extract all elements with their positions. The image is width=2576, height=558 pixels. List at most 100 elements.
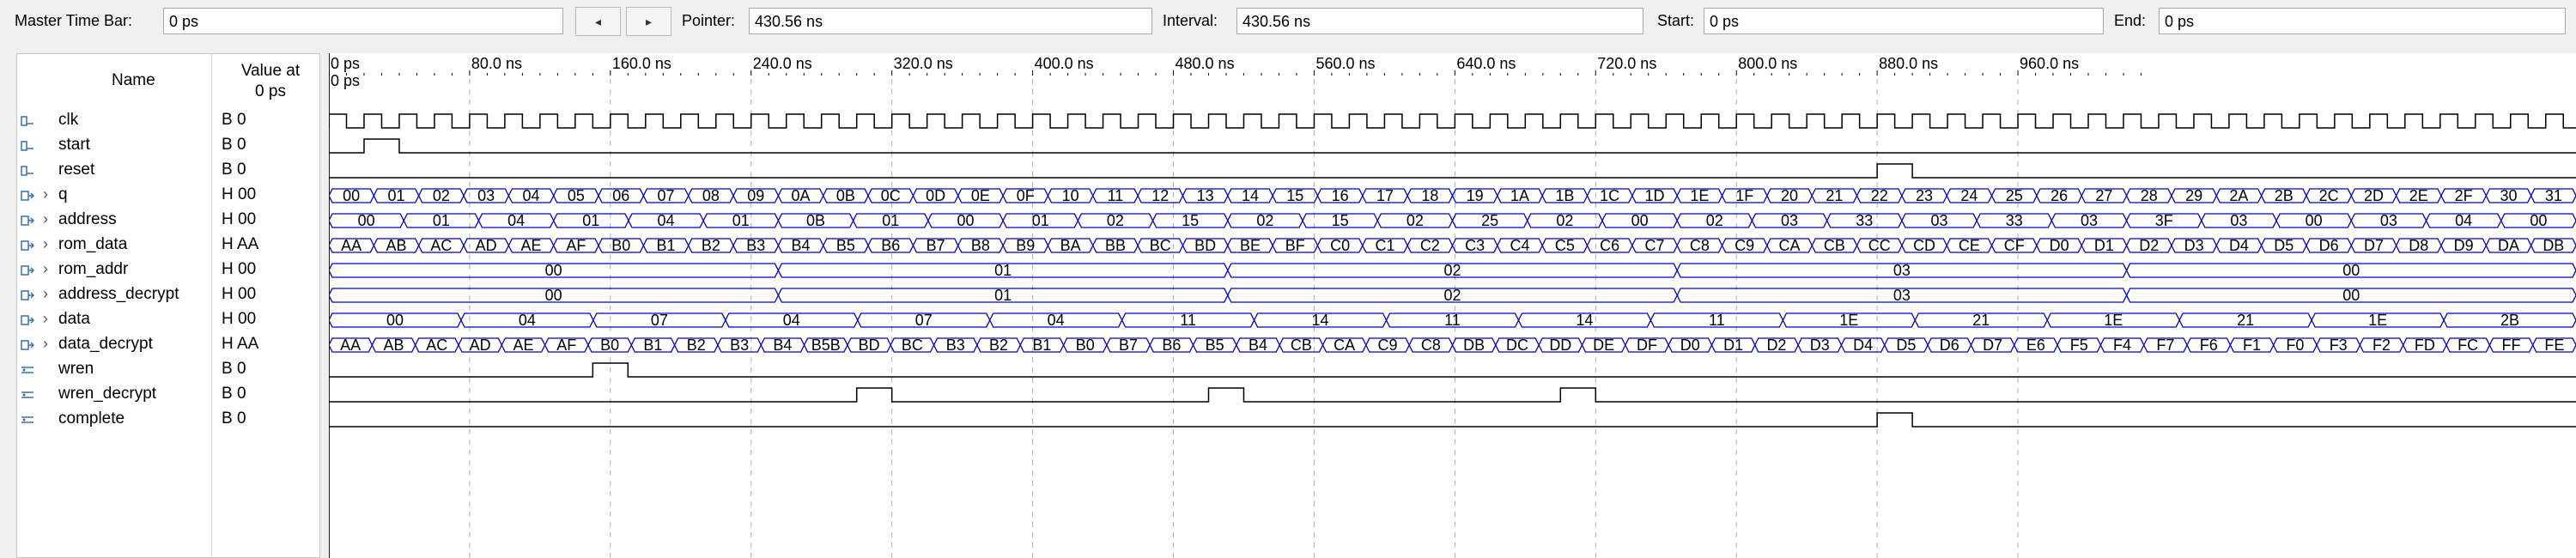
data-bus-value: 21 <box>1972 312 1990 329</box>
rom_data-bus-value: C8 <box>1690 237 1710 254</box>
address-bus-value: 01 <box>732 212 750 229</box>
address-bus-value: 03 <box>2081 212 2098 229</box>
rom_data-bus-value: B6 <box>881 237 900 254</box>
start-field[interactable]: 0 ps <box>1704 8 2104 34</box>
output-bus-icon <box>21 315 34 325</box>
input-pin-icon <box>21 116 33 126</box>
address-bus-value: 03 <box>2230 212 2247 229</box>
chevron-right-icon: ▸ <box>645 14 653 28</box>
rom_data-bus-value: D9 <box>2454 237 2474 254</box>
signal-row-address_decrypt[interactable]: › address_decrypt H 00 <box>17 282 319 307</box>
address-bus-value: 01 <box>433 212 450 229</box>
expand-chevron-icon[interactable]: › <box>43 260 48 278</box>
interval-field[interactable]: 430.56 ns <box>1236 8 1643 34</box>
waveform-canvas[interactable]: 0 ps 80.0 ns 160.0 ns 240.0 ns 320.0 ns 400.0… <box>329 53 2576 558</box>
rom_data-bus-value: B5 <box>836 237 855 254</box>
signal-value: B 0 <box>222 136 246 154</box>
pointer-field[interactable]: 430.56 ns <box>749 8 1152 34</box>
rom_data-bus-value: AF <box>566 237 586 254</box>
signal-row-clk[interactable]: clk B 0 <box>17 108 319 133</box>
data_decrypt-bus-value: B0 <box>600 337 619 354</box>
time-tick-label: 640.0 ns <box>1456 55 1516 72</box>
address-bus-value: 25 <box>1481 212 1498 229</box>
data_decrypt-bus-value: F1 <box>2243 337 2261 354</box>
address-bus-value: 03 <box>1781 212 1798 229</box>
expand-chevron-icon[interactable]: › <box>43 310 48 328</box>
address-bus-value: 03 <box>1931 212 1948 229</box>
signal-row-address[interactable]: › address H 00 <box>17 208 319 233</box>
q-bus-value: 11 <box>1108 187 1124 204</box>
rom_data-bus-value: AC <box>430 237 452 254</box>
signal-row-reset[interactable]: reset B 0 <box>17 158 319 183</box>
output-bus-icon <box>21 191 34 201</box>
data_decrypt-bus-value: F3 <box>2330 337 2348 354</box>
data_decrypt-bus-value: AD <box>470 337 491 354</box>
address-bus-value: 33 <box>2006 212 2023 229</box>
signal-row-data_decrypt[interactable]: › data_decrypt H AA <box>17 332 319 357</box>
signal-value: B 0 <box>222 111 246 129</box>
next-transition-button[interactable]: ▸ <box>626 7 671 36</box>
end-field[interactable]: 0 ps <box>2159 8 2566 34</box>
previous-transition-button[interactable]: ◂ <box>575 7 621 36</box>
complete-waveform <box>329 412 2576 428</box>
data_decrypt-bus-value: CA <box>1334 337 1355 354</box>
expand-chevron-icon[interactable]: › <box>43 285 48 303</box>
data_decrypt-bus-value: DF <box>1637 337 1657 354</box>
data-bus-value: 1E <box>2104 312 2123 329</box>
rom_data-bus-value: BC <box>1150 237 1171 254</box>
expand-chevron-icon[interactable]: › <box>43 335 48 353</box>
q-bus-value: 21 <box>1826 187 1843 204</box>
expand-chevron-icon[interactable]: › <box>43 185 48 203</box>
waveform-panel[interactable]: 0 ps 80.0 ns 160.0 ns 240.0 ns 320.0 ns 400.0… <box>329 53 2576 558</box>
master-time-bar-field[interactable]: 0 ps <box>163 8 563 34</box>
address-bus-value: 15 <box>1182 212 1199 229</box>
signal-row-wren_decrypt[interactable]: wren_decrypt B 0 <box>17 382 319 407</box>
expand-chevron-icon[interactable]: › <box>43 210 48 228</box>
name-column-header[interactable]: Name <box>112 71 155 90</box>
rom_data-bus-value: AD <box>476 237 497 254</box>
interval-label: Interval: <box>1163 12 1218 29</box>
q-bus-value: 2F <box>2455 187 2473 204</box>
q-bus-value: 06 <box>612 187 629 204</box>
data-bus-value: 14 <box>1576 312 1593 329</box>
time-tick-label: 880.0 ns <box>1879 55 1938 72</box>
expand-chevron-icon[interactable]: › <box>43 235 48 253</box>
rom_data-bus-value: D4 <box>2229 237 2249 254</box>
q-bus-value: 05 <box>568 187 585 204</box>
signal-row-data[interactable]: › data H 00 <box>17 307 319 332</box>
q-bus-value: 0B <box>836 187 855 204</box>
q-bus-value: 02 <box>433 187 450 204</box>
rom_data-bus-value: AB <box>386 237 407 254</box>
signal-row-start[interactable]: start B 0 <box>17 133 319 158</box>
rom_data-bus-value: AA <box>341 237 361 254</box>
data-bus-value: 11 <box>1444 312 1461 329</box>
q-bus-value: 30 <box>2500 187 2517 204</box>
q-bus-value: 25 <box>2006 187 2023 204</box>
q-bus-value: 1E <box>1690 187 1709 204</box>
time-tick-label: 160.0 ns <box>612 55 671 72</box>
signal-row-wren[interactable]: wren B 0 <box>17 357 319 382</box>
data_decrypt-bus-value: B2 <box>989 337 1008 354</box>
rom_data-bus-value: CC <box>1868 237 1891 254</box>
signal-value: B 0 <box>222 360 246 378</box>
input-pin-icon <box>21 166 33 176</box>
address-bus-value: 01 <box>1032 212 1049 229</box>
signal-row-rom_data[interactable]: › rom_data H AA <box>17 233 319 258</box>
value-column-header[interactable]: Value at 0 ps <box>223 61 318 102</box>
data_decrypt-bus-value: D5 <box>1896 337 1916 354</box>
q-bus-value: 27 <box>2095 187 2112 204</box>
signal-row-complete[interactable]: complete B 0 <box>17 407 319 432</box>
start-waveform <box>329 138 2576 154</box>
q-bus-value: 03 <box>477 187 495 204</box>
data_decrypt-bus-value: FE <box>2544 337 2564 354</box>
data_decrypt-bus-value: F6 <box>2200 337 2218 354</box>
data_decrypt-bus-value: C9 <box>1378 337 1398 354</box>
data_decrypt-bus-value: CB <box>1291 337 1312 354</box>
data_decrypt-bus-value: E6 <box>2026 337 2045 354</box>
data_decrypt-bus-value: D7 <box>1983 337 2002 354</box>
reset-waveform <box>329 163 2576 179</box>
time-tick-label: 400.0 ns <box>1035 55 1094 72</box>
signal-row-q[interactable]: › q H 00 <box>17 183 319 208</box>
rom_data-bus-value: D1 <box>2094 237 2114 254</box>
signal-row-rom_addr[interactable]: › rom_addr H 00 <box>17 258 319 282</box>
